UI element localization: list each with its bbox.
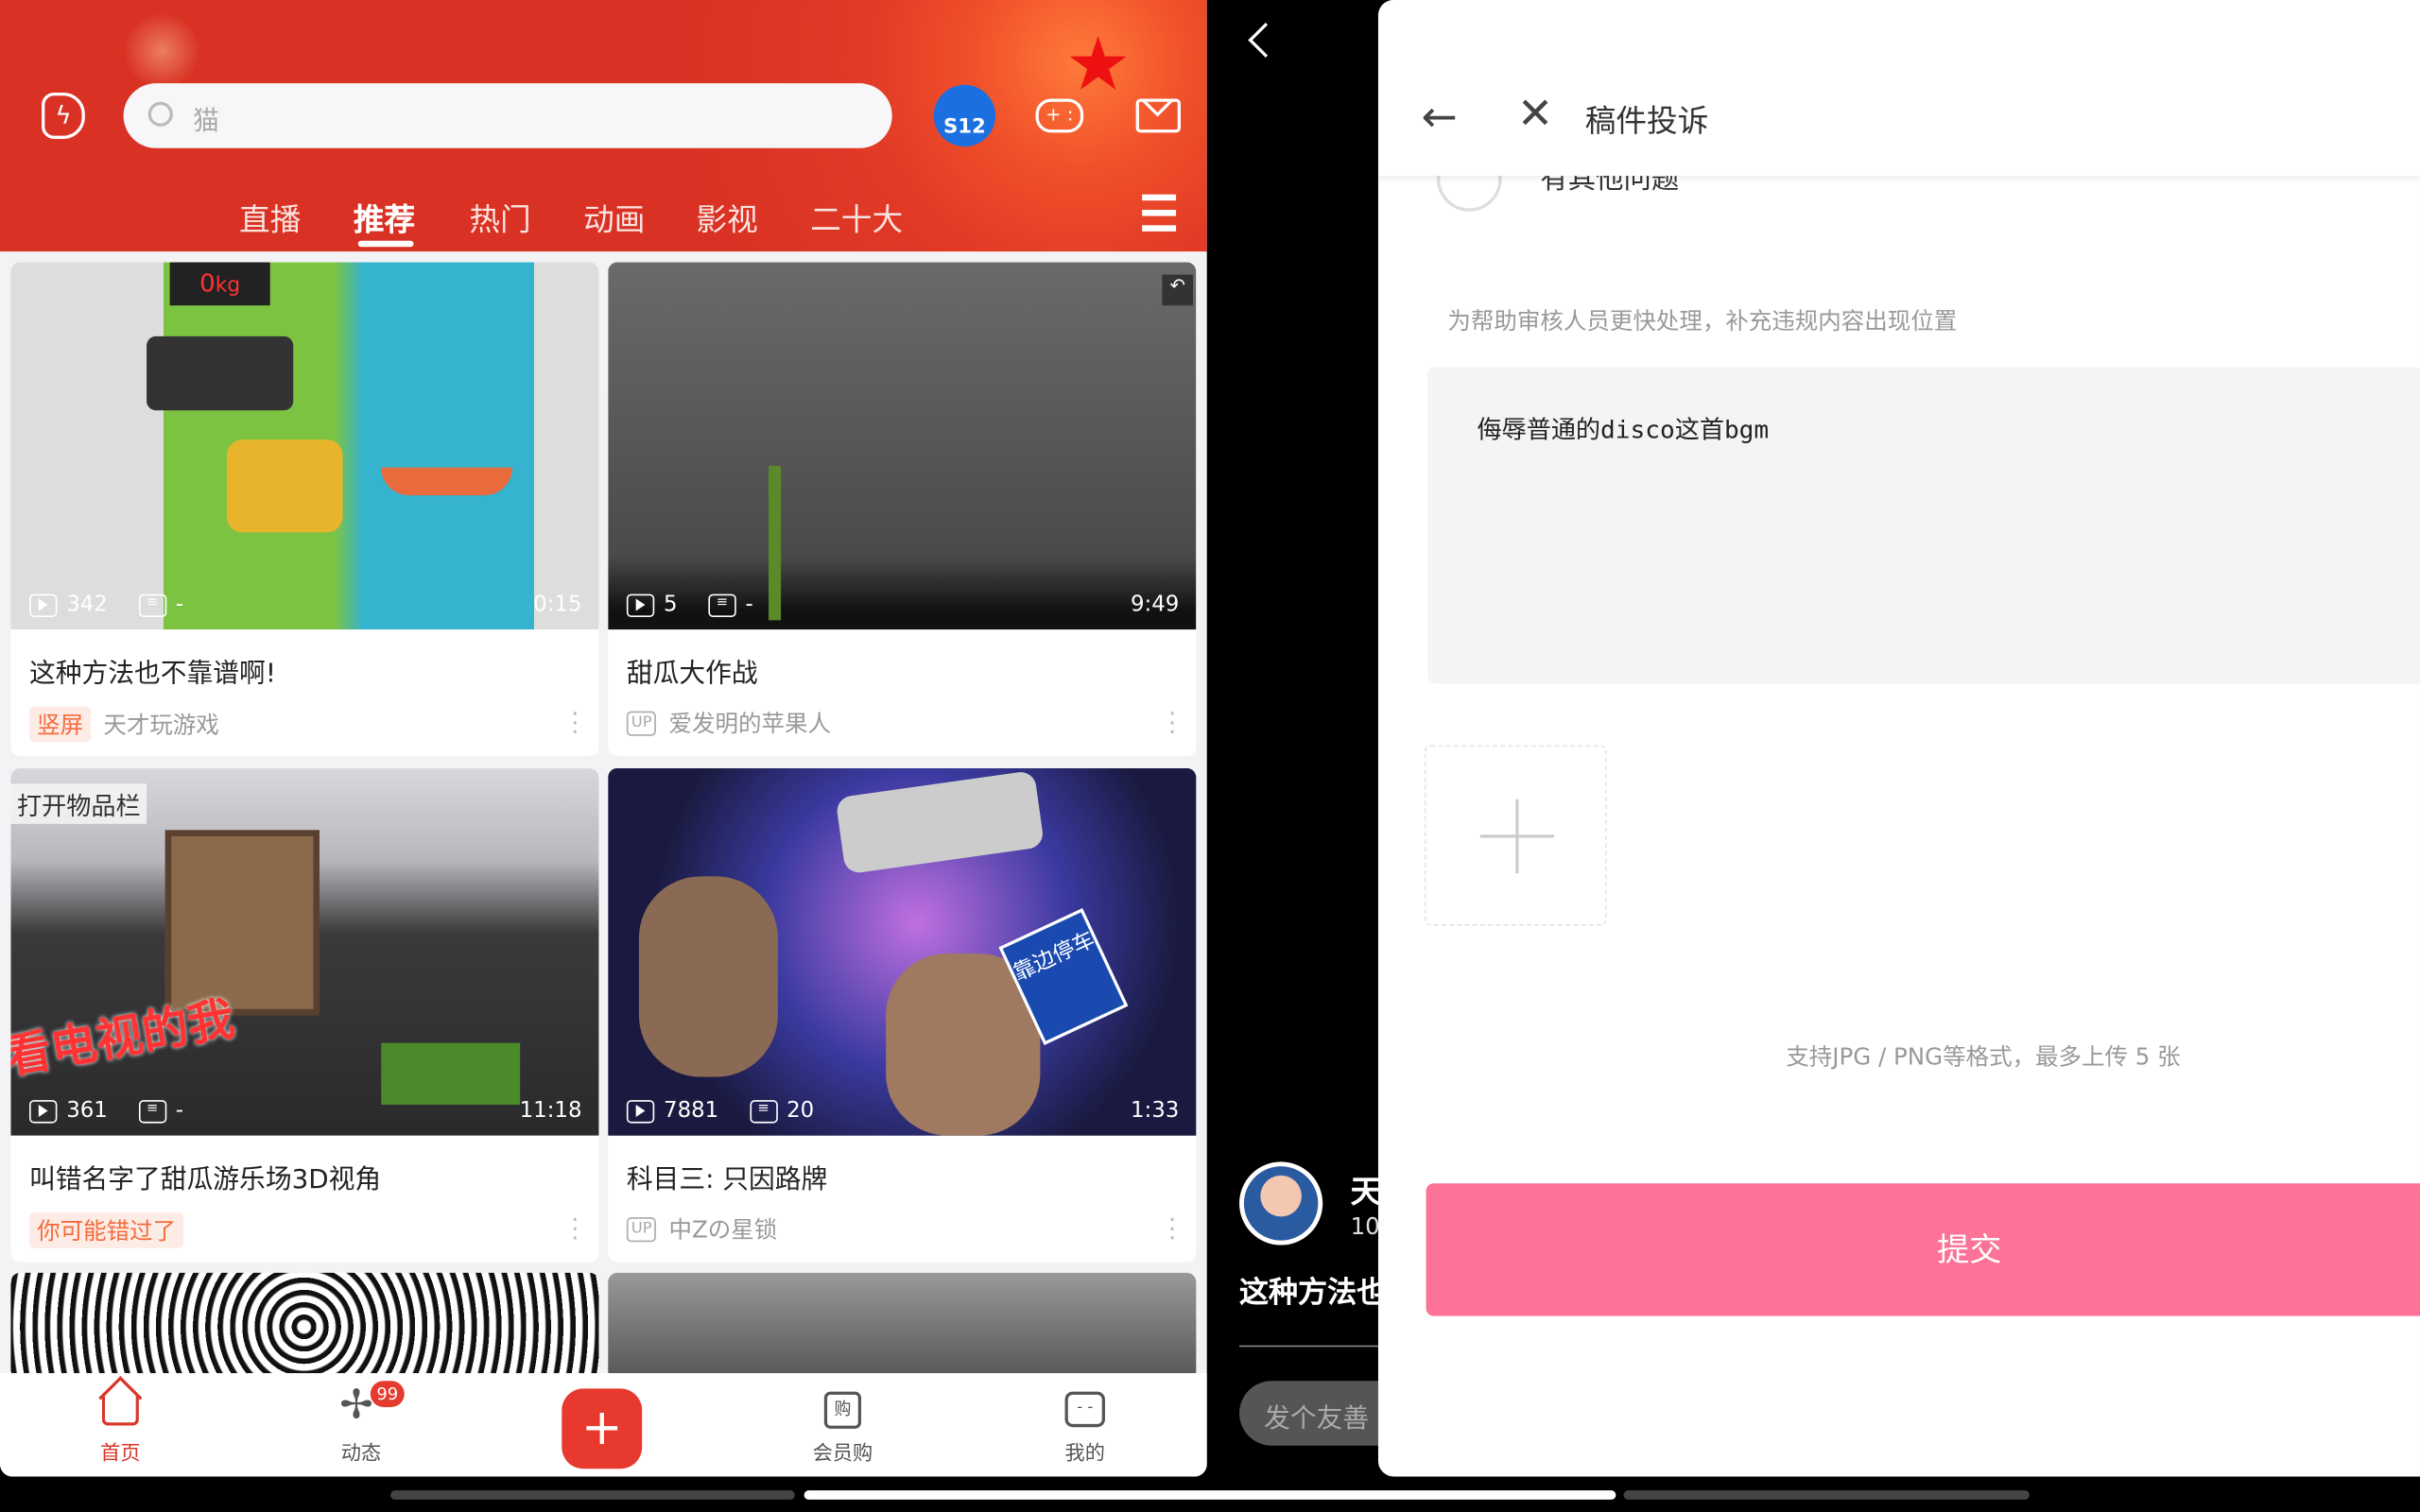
danmaku-icon: ≡ bbox=[138, 593, 166, 617]
divider bbox=[1239, 1345, 1387, 1348]
report-panel: ← ✕ 稿件投诉 有其他问题 为帮助审核人员更快处理，补充违规内容出现位置 侮辱… bbox=[1377, 0, 2420, 1477]
fireworks-icon bbox=[123, 12, 201, 90]
danmaku-count: - bbox=[745, 592, 753, 618]
duration: 11:18 bbox=[519, 1098, 582, 1124]
gesture-bar[interactable] bbox=[390, 1490, 795, 1500]
video-thumbnail: ↶ 5 ≡ - 9:49 bbox=[608, 262, 1197, 630]
danmaku-icon: ≡ bbox=[138, 1099, 166, 1123]
video-card[interactable]: 靠边停车 7881 ≡ 20 1:33 科目三: 只因路牌 UP 中Zの星锁 · · · bbox=[608, 768, 1197, 1263]
danmaku-icon: ≡ bbox=[708, 593, 736, 617]
video-thumbnail: 0kg 342 ≡ - 0:15 bbox=[10, 262, 599, 630]
tab-recommend[interactable]: 推荐 bbox=[354, 195, 415, 239]
nav-label: 我的 bbox=[1064, 1442, 1105, 1467]
play-count: 5 bbox=[664, 592, 678, 618]
missed-tag: 你可能错过了 bbox=[29, 1212, 184, 1248]
gesture-bar-active[interactable] bbox=[804, 1490, 1616, 1500]
hint-text: 为帮助审核人员更快处理，补充违规内容出现位置 bbox=[1447, 306, 1958, 335]
video-title: 甜瓜大作战 bbox=[626, 659, 758, 690]
play-count-icon bbox=[626, 593, 655, 617]
vertical-tag: 竖屏 bbox=[29, 706, 92, 743]
danmaku-count: - bbox=[175, 1098, 183, 1124]
duration: 0:15 bbox=[533, 592, 582, 618]
video-title: 叫错名字了甜瓜游乐场3D视角 bbox=[29, 1164, 382, 1196]
pinwheel-icon: ✢ bbox=[339, 1382, 373, 1429]
back-icon[interactable] bbox=[1248, 22, 1284, 58]
back-arrow-icon[interactable]: ← bbox=[1422, 94, 1458, 139]
close-icon[interactable]: ✕ bbox=[1517, 92, 1553, 136]
video-title: 这种方法也不靠谱啊! bbox=[29, 659, 276, 690]
duration: 1:33 bbox=[1130, 1098, 1180, 1124]
gesture-bar[interactable] bbox=[1623, 1490, 2030, 1500]
tab-movies[interactable]: 影视 bbox=[696, 195, 757, 239]
duration: 9:49 bbox=[1130, 592, 1180, 618]
comment-placeholder: 发个友善 bbox=[1264, 1403, 1370, 1435]
feed-window: ★ ϟ 猫 S12 + : 直播 推荐 热门 动画 影视 二十大 0kg 342… bbox=[0, 0, 1207, 1477]
upload-image-button[interactable] bbox=[1424, 745, 1607, 926]
video-card[interactable]: 0kg 342 ≡ - 0:15 这种方法也不靠谱啊! 竖屏 天才玩游戏 · · · bbox=[10, 262, 599, 756]
danmaku-count: 20 bbox=[786, 1098, 815, 1124]
tab-live[interactable]: 直播 bbox=[239, 195, 301, 239]
search-icon bbox=[147, 101, 173, 127]
nav-label: 首页 bbox=[100, 1442, 141, 1467]
nav-label: 动态 bbox=[340, 1442, 382, 1467]
author-name[interactable]: 中Zの星锁 bbox=[669, 1212, 778, 1245]
play-count: 342 bbox=[66, 592, 108, 618]
tab-anime[interactable]: 动画 bbox=[583, 195, 645, 239]
play-count-icon bbox=[626, 1099, 655, 1123]
report-header: ← ✕ 稿件投诉 bbox=[1377, 0, 2420, 177]
location-textarea[interactable]: 侮辱普通的disco这首bgm bbox=[1427, 367, 2420, 684]
tab-twentieth[interactable]: 二十大 bbox=[810, 195, 903, 239]
active-tab-indicator bbox=[357, 240, 414, 248]
notification-badge: 99 bbox=[370, 1381, 405, 1407]
video-card[interactable] bbox=[10, 1272, 599, 1382]
video-card[interactable]: ↶ 5 ≡ - 9:49 甜瓜大作战 UP 爱发明的苹果人 · · · bbox=[608, 262, 1197, 756]
shopping-bag-icon: 购 bbox=[823, 1391, 862, 1429]
play-count: 7881 bbox=[664, 1098, 719, 1124]
uploader-name[interactable]: 天 bbox=[1351, 1166, 1382, 1211]
play-count: 361 bbox=[66, 1098, 108, 1124]
rotate-icon[interactable]: ↶ bbox=[1162, 274, 1194, 306]
video-title: 这种方法也 bbox=[1239, 1276, 1387, 1311]
search-input[interactable]: 猫 bbox=[123, 83, 892, 148]
tab-hot[interactable]: 热门 bbox=[469, 195, 530, 239]
gamepad-icon[interactable]: + : bbox=[1035, 98, 1084, 133]
nav-label: 会员购 bbox=[812, 1442, 873, 1467]
video-thumbnail: 靠边停车 7881 ≡ 20 1:33 bbox=[608, 768, 1197, 1136]
search-placeholder: 猫 bbox=[193, 106, 219, 138]
author-name[interactable]: 爱发明的苹果人 bbox=[669, 707, 831, 739]
video-card[interactable]: 打开物品栏 看电视的我 361 ≡ - 11:18 叫错名字了甜瓜游乐场3D视角 你… bbox=[10, 768, 599, 1263]
up-badge: UP bbox=[626, 1216, 657, 1242]
play-count-icon bbox=[29, 593, 58, 617]
more-icon[interactable]: · · · bbox=[1168, 701, 1176, 745]
create-button[interactable]: + bbox=[562, 1388, 643, 1469]
thumbnail-overlay-text: 打开物品栏 bbox=[10, 783, 147, 824]
more-icon[interactable]: · · · bbox=[1168, 1208, 1176, 1251]
up-badge: UP bbox=[626, 710, 657, 735]
thumbnail-overlay-text: 看电视的我 bbox=[10, 992, 239, 1086]
danmaku-count: - bbox=[175, 592, 183, 618]
more-icon[interactable]: · · · bbox=[571, 1208, 579, 1251]
star-decoration-icon: ★ bbox=[1064, 21, 1132, 109]
danmaku-icon: ≡ bbox=[749, 1099, 778, 1123]
bottom-nav: 首页 ✢ 99 动态 + 购 会员购 - - 我的 bbox=[0, 1373, 1207, 1477]
textarea-value: 侮辱普通的disco这首bgm bbox=[1477, 415, 1770, 445]
top-header: ★ ϟ 猫 S12 + : 直播 推荐 热门 动画 影视 二十大 bbox=[0, 0, 1207, 252]
submit-button[interactable]: 提交 bbox=[1426, 1183, 2420, 1316]
upload-hint: 支持JPG / PNG等格式，最多上传 5 张 bbox=[1786, 1042, 2181, 1072]
report-title: 稿件投诉 bbox=[1584, 101, 1709, 139]
video-title: 科目三: 只因路牌 bbox=[626, 1164, 828, 1196]
author-name[interactable]: 天才玩游戏 bbox=[103, 708, 218, 740]
menu-icon[interactable] bbox=[1142, 194, 1177, 232]
play-count-icon bbox=[29, 1099, 58, 1123]
mail-icon[interactable] bbox=[1135, 98, 1181, 133]
video-card[interactable] bbox=[608, 1272, 1197, 1382]
video-thumbnail: 打开物品栏 看电视的我 361 ≡ - 11:18 bbox=[10, 768, 599, 1136]
tv-icon: - - bbox=[1064, 1391, 1105, 1428]
uploader-avatar[interactable] bbox=[1239, 1161, 1323, 1246]
flash-icon[interactable]: ϟ bbox=[42, 92, 85, 139]
s12-event-icon[interactable]: S12 bbox=[933, 84, 996, 147]
more-icon[interactable]: · · · bbox=[571, 701, 579, 745]
